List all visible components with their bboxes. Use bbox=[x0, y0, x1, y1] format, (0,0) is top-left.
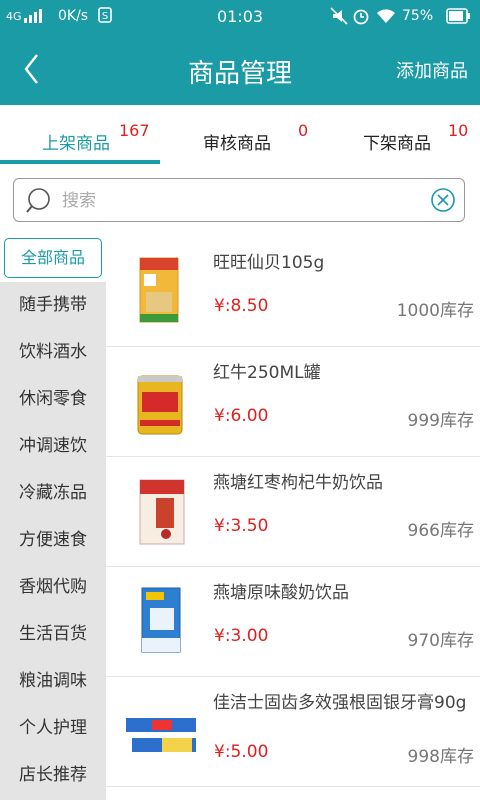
signal-icon bbox=[24, 9, 48, 27]
category-sidebar: 全部商品 随手携带 饮料酒水 休闲零食 冲调速饮 冷藏冻品 方便速食 香烟代购 … bbox=[0, 236, 106, 800]
category-item[interactable]: 生活百货 bbox=[0, 611, 106, 658]
status-time: 01:03 bbox=[217, 7, 264, 26]
product-price: ¥:6.00 bbox=[214, 406, 269, 426]
app-bar: 商品管理 添加商品 bbox=[0, 33, 480, 105]
product-price: ¥:3.50 bbox=[214, 516, 269, 536]
product-name: 红牛250ML罐 bbox=[213, 363, 321, 383]
category-all[interactable]: 全部商品 bbox=[4, 238, 102, 278]
product-stock: 966库存 bbox=[407, 521, 474, 541]
product-image-yogurt bbox=[126, 578, 196, 658]
product-image-red-bull bbox=[126, 358, 196, 438]
battery-percent: 75% bbox=[402, 8, 434, 24]
tab-label: 审核商品 bbox=[203, 134, 271, 154]
product-name: 燕塘原味酸奶饮品 bbox=[213, 583, 349, 603]
product-item[interactable]: 旺旺仙贝105g ¥:8.50 1000库存 bbox=[106, 236, 480, 347]
product-list: 旺旺仙贝105g ¥:8.50 1000库存 红牛250ML罐 ¥:6.00 9… bbox=[106, 236, 480, 800]
category-item[interactable]: 饮料酒水 bbox=[0, 329, 106, 376]
category-item[interactable]: 冲调速饮 bbox=[0, 423, 106, 470]
product-price: ¥:3.00 bbox=[214, 626, 269, 646]
svg-text:S: S bbox=[102, 11, 108, 22]
product-item[interactable]: 红牛250ML罐 ¥:6.00 999库存 bbox=[106, 346, 480, 457]
product-name: 燕塘红枣枸杞牛奶饮品 bbox=[213, 473, 383, 493]
category-item[interactable]: 个人护理 bbox=[0, 705, 106, 752]
product-image-rice-crackers bbox=[126, 248, 196, 328]
mute-icon bbox=[330, 7, 348, 29]
product-price: ¥:8.50 bbox=[214, 296, 269, 316]
category-item[interactable]: 方便速食 bbox=[0, 517, 106, 564]
search-icon bbox=[26, 187, 56, 219]
network-speed: 0K/s bbox=[58, 8, 89, 24]
active-tab-indicator bbox=[0, 160, 160, 164]
product-price: ¥:5.00 bbox=[214, 742, 269, 762]
tab-off-shelf[interactable]: 下架商品 10 bbox=[320, 105, 480, 167]
category-item[interactable]: 粮油调味 bbox=[0, 658, 106, 705]
tab-label: 上架商品 bbox=[42, 134, 110, 154]
status-bar: 4G 0K/s S 01:03 75% bbox=[0, 0, 480, 33]
product-name: 佳洁士固齿多效强根固银牙膏90g bbox=[213, 693, 467, 713]
tab-bar: 上架商品 167 审核商品 0 下架商品 10 bbox=[0, 105, 480, 167]
tab-count: 167 bbox=[119, 121, 150, 140]
network-type: 4G bbox=[6, 10, 22, 23]
sync-icon: S bbox=[98, 7, 112, 27]
product-image-toothpaste bbox=[122, 688, 202, 768]
tab-count: 0 bbox=[298, 121, 309, 140]
product-stock: 999库存 bbox=[407, 411, 474, 431]
category-item[interactable]: 香烟代购 bbox=[0, 564, 106, 611]
tab-under-review[interactable]: 审核商品 0 bbox=[160, 105, 320, 167]
add-product-button[interactable]: 添加商品 bbox=[396, 57, 468, 83]
product-item[interactable]: 燕塘原味酸奶饮品 ¥:3.00 970库存 bbox=[106, 566, 480, 677]
search-input[interactable] bbox=[60, 187, 424, 215]
category-item[interactable]: 冷藏冻品 bbox=[0, 470, 106, 517]
wifi-icon bbox=[376, 7, 396, 29]
product-item[interactable]: 燕塘红枣枸杞牛奶饮品 ¥:3.50 966库存 bbox=[106, 456, 480, 567]
search-bar bbox=[13, 178, 465, 222]
product-item[interactable]: 佳洁士固齿多效强根固银牙膏90g ¥:5.00 998库存 bbox=[106, 676, 480, 787]
alarm-icon bbox=[352, 7, 370, 29]
product-name: 旺旺仙贝105g bbox=[213, 253, 325, 273]
tab-count: 10 bbox=[448, 121, 469, 140]
product-stock: 998库存 bbox=[407, 747, 474, 767]
battery-icon bbox=[446, 6, 472, 30]
product-image-date-milk bbox=[126, 468, 196, 548]
category-item[interactable]: 店长推荐 bbox=[0, 752, 106, 799]
category-list: 随手携带 饮料酒水 休闲零食 冲调速饮 冷藏冻品 方便速食 香烟代购 生活百货 … bbox=[0, 282, 106, 800]
clear-search-icon[interactable] bbox=[430, 187, 456, 217]
tab-on-shelf[interactable]: 上架商品 167 bbox=[0, 105, 160, 167]
category-item[interactable]: 随手携带 bbox=[0, 282, 106, 329]
category-item[interactable]: 休闲零食 bbox=[0, 376, 106, 423]
product-stock: 970库存 bbox=[407, 631, 474, 651]
tab-label: 下架商品 bbox=[363, 134, 431, 154]
product-stock: 1000库存 bbox=[396, 301, 474, 321]
